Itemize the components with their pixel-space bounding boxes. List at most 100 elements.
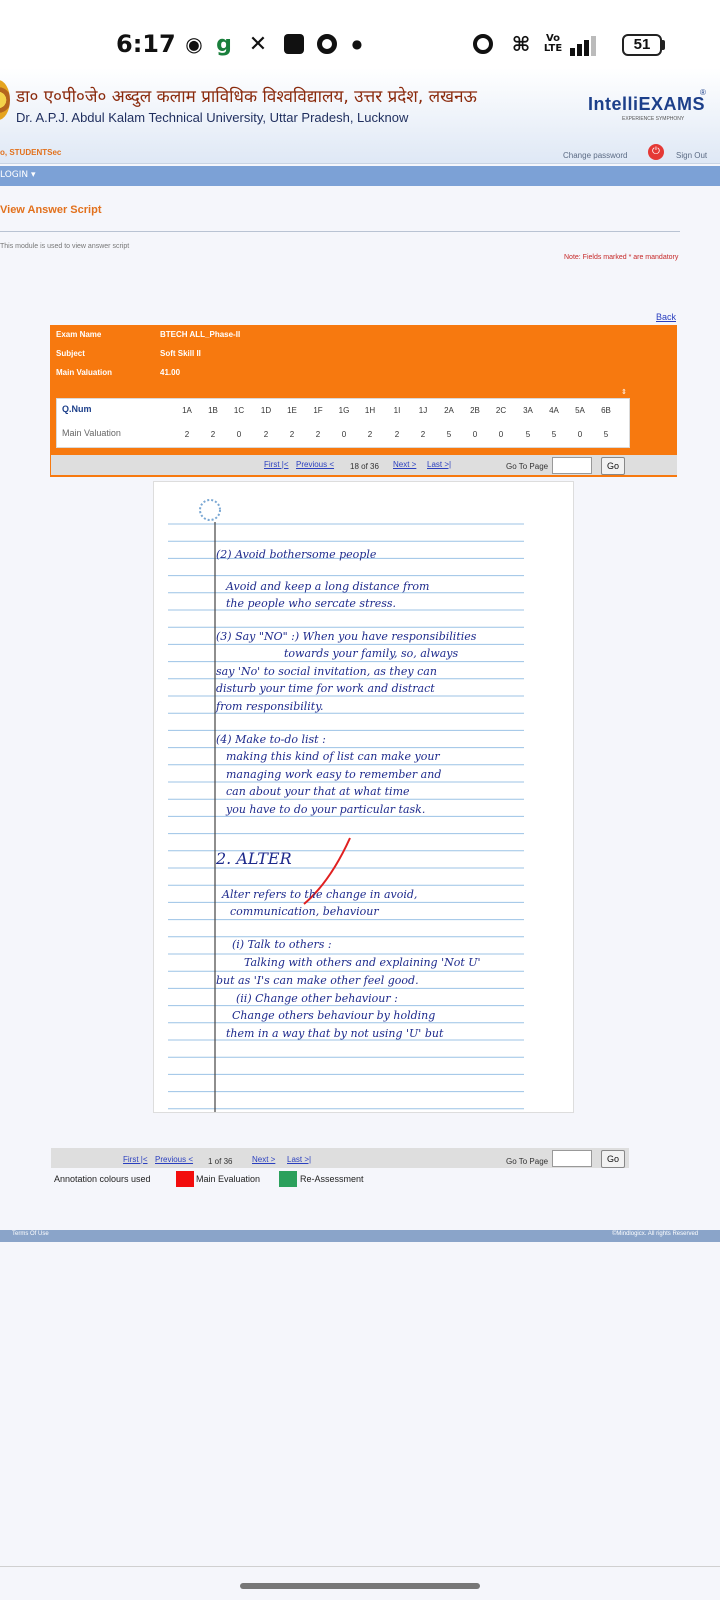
script-line: from responsibility. [215,700,323,713]
sign-out-link[interactable]: Sign Out [676,151,707,160]
g-app-icon: g [216,31,232,57]
answer-sheet-image: (2) Avoid bothersome people Avoid and kee… [168,499,524,1112]
marks-value-cell: 5 [446,430,452,439]
marks-value-cell: 0 [472,430,478,439]
marks-value-cell: 2 [315,430,321,439]
exam-name-value: BTECH ALL_Phase-II [160,330,241,339]
x-icon: ✕ [248,31,268,57]
go-to-page-input[interactable] [552,457,592,474]
question-number-cell: 3A [523,406,533,415]
volte-icon: Vo LTE [542,30,564,58]
first-page-link[interactable]: First |< [264,460,289,469]
re-assessment-swatch [279,1171,297,1187]
university-title-english: Dr. A.P.J. Abdul Kalam Technical Univers… [16,110,409,125]
battery-icon: 51 [622,34,662,56]
script-line: 2. ALTER [215,849,292,868]
app-icon [282,30,306,58]
marks-value-cell: 0 [498,430,504,439]
question-number-cell: 1G [338,406,350,415]
question-number-cell: 1I [393,406,401,415]
script-line: managing work easy to remember and [226,768,441,781]
marks-value-cell: 5 [603,430,609,439]
subject-value: Soft Skill II [160,349,201,358]
user-label: o, STUDENTSec [0,148,62,157]
wifi-icon: ⌘ [511,32,531,56]
question-number-cell: 5A [575,406,585,415]
go-to-page-label: Go To Page [506,462,549,471]
marks-value-cell: 0 [236,430,242,439]
qnum-header: Q.Num [62,404,92,414]
question-number-cell: 2B [470,406,480,415]
go-to-page-input-bottom[interactable] [552,1150,592,1167]
chat-icon: ◉ [185,32,203,56]
script-line: (3) Say "NO" :) When you have responsibi… [216,630,477,643]
first-page-link-bottom[interactable]: First |< [123,1155,148,1164]
nav-divider [0,1566,720,1567]
script-line: but as 'I's can make other feel good. [216,974,419,987]
main-valuation-label: Main Valuation [56,368,113,377]
question-number-cell: 1C [233,406,245,415]
previous-page-link-bottom[interactable]: Previous < [155,1155,193,1164]
screen: 6:17 ◉ g ✕ ● ⌘ Vo LTE 51 डा० ए०पी०जे० अब… [0,0,720,1600]
answer-script-page: (2) Avoid bothersome people Avoid and kee… [153,481,574,1113]
back-link[interactable]: Back [656,312,676,322]
script-line: making this kind of list can make your [226,750,440,763]
dot-icon: ● [351,37,363,51]
next-page-link[interactable]: Next > [393,460,416,469]
login-menu[interactable]: LOGIN ▾ [0,170,36,180]
script-line: disturb your time for work and distract [216,682,435,695]
script-line: can about your that at what time [226,785,410,798]
marks-value-cell: 2 [394,430,400,439]
page-status: 18 of 36 [350,462,379,471]
go-button-bottom[interactable]: Go [601,1150,625,1168]
copyright-text: ©Mindlogicx. All rights Reserved [612,1231,699,1237]
marks-value-cell: 2 [210,430,216,439]
next-page-link-bottom[interactable]: Next > [252,1155,275,1164]
brand-tagline: EXPERIENCE SYMPHONY [622,116,685,122]
signal-icon [570,36,604,56]
previous-page-link[interactable]: Previous < [296,460,334,469]
marks-value-cell: 5 [551,430,557,439]
script-line: them in a way that by not using 'U' but [226,1027,444,1040]
power-icon[interactable]: ⏻ [648,144,664,160]
nav-bar [0,166,720,186]
last-page-link-bottom[interactable]: Last >| [287,1155,311,1164]
question-number-cell: 2A [444,406,454,415]
chrome-icon [314,30,340,58]
main-evaluation-swatch [176,1171,194,1187]
status-time: 6:17 [116,30,176,58]
registered-mark: ® [700,88,706,97]
question-number-cell: 1J [418,406,428,415]
home-indicator[interactable] [240,1583,480,1589]
marks-value-cell: 2 [263,430,269,439]
question-number-cell: 4A [549,406,559,415]
mandatory-note: Note: Fields marked * are mandatory [564,254,679,261]
re-assessment-label: Re-Assessment [300,1174,364,1184]
script-line: the people who sercate stress. [226,597,396,610]
marks-value-cell: 2 [420,430,426,439]
question-number-cell: 1F [313,406,323,415]
marks-value-cell: 2 [367,430,373,439]
go-button[interactable]: Go [601,457,625,475]
last-page-link[interactable]: Last >| [427,460,451,469]
question-number-cell: 1B [208,406,218,415]
script-line: Change others behaviour by holding [232,1009,435,1022]
change-password-link[interactable]: Change password [563,151,627,160]
marks-value-cell: 0 [577,430,583,439]
battery-tip [662,40,665,50]
marks-value-cell: 5 [525,430,531,439]
volte-label: Vo LTE [543,33,563,54]
script-line: (4) Make to-do list : [216,733,326,746]
title-divider [0,231,680,232]
terms-of-use-link[interactable]: Terms Of Use [12,1231,49,1237]
script-line: towards your family, so, always [284,647,459,660]
intelliexams-logo: IntelliEXAMS [588,94,706,114]
script-line: you have to do your particular task. [225,803,425,816]
collapse-icon[interactable]: ⇕ [621,388,627,396]
question-number-cell: 2C [495,406,507,415]
script-line: (ii) Change other behaviour : [236,992,398,1005]
page-title: View Answer Script [0,204,102,216]
question-number-cell: 1A [182,406,192,415]
script-line: (i) Talk to others : [232,938,332,951]
marks-value-cell: 2 [289,430,295,439]
